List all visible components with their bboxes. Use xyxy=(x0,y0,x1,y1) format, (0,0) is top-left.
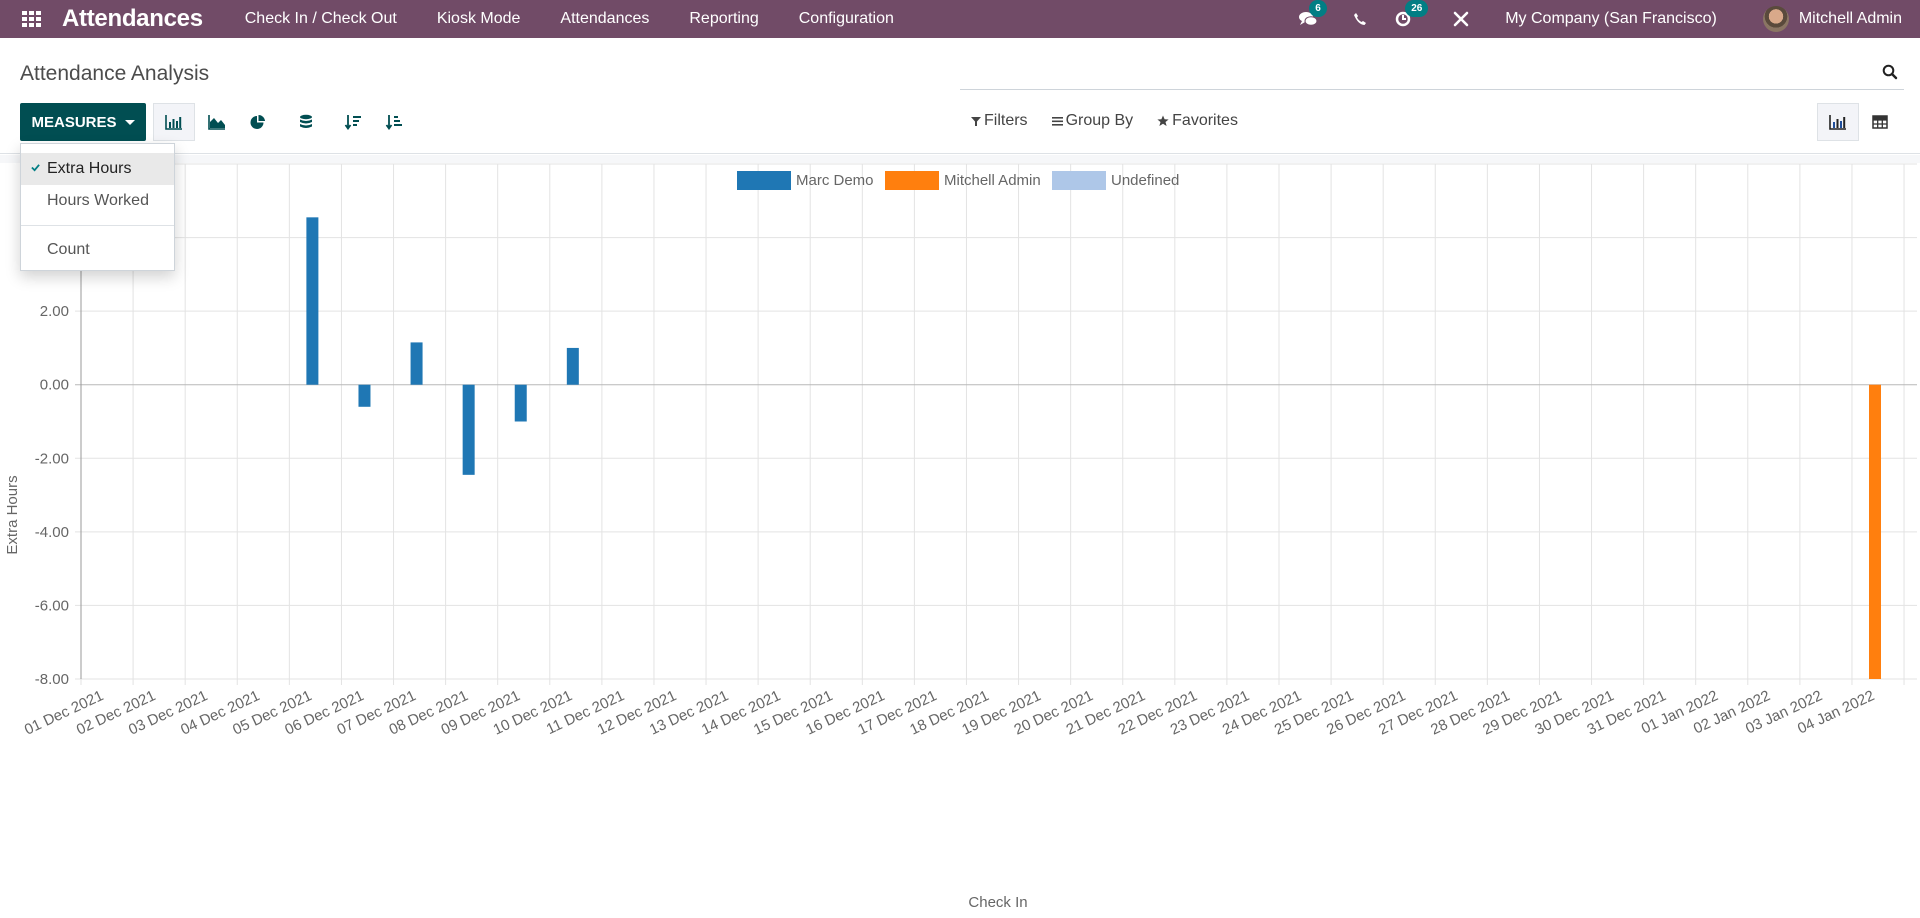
menu-check-in-check-out[interactable]: Check In / Check Out xyxy=(225,10,417,28)
measure-count[interactable]: Count xyxy=(21,234,174,266)
measure-label: Hours Worked xyxy=(47,192,149,209)
pie-chart-button[interactable] xyxy=(237,103,279,141)
star-icon xyxy=(1157,115,1169,126)
dropdown-divider xyxy=(21,225,174,226)
filters-button[interactable]: Filters xyxy=(971,112,1028,130)
legend-swatch xyxy=(885,171,939,190)
y-tick-label: -8.00 xyxy=(35,671,69,688)
check-icon xyxy=(31,164,40,172)
user-menu[interactable]: Mitchell Admin xyxy=(1799,10,1902,28)
measures-label: MEASURES xyxy=(31,113,117,131)
bar-marc-demo xyxy=(462,384,475,475)
bar-mitchell-admin xyxy=(1869,384,1881,679)
x-axis-title: Check In xyxy=(968,894,1027,911)
stacked-button[interactable] xyxy=(285,103,327,141)
legend-label: Marc Demo xyxy=(796,172,874,189)
top-navbar: Attendances Check In / Check Out Kiosk M… xyxy=(0,0,1920,38)
search-icon[interactable] xyxy=(1882,64,1898,80)
legend-label: Undefined xyxy=(1111,172,1179,189)
apps-menu-icon[interactable] xyxy=(22,11,42,27)
y-tick-label: -4.00 xyxy=(35,524,69,541)
page-title: Attendance Analysis xyxy=(20,62,210,85)
menu-attendances[interactable]: Attendances xyxy=(540,10,669,28)
favorites-button[interactable]: Favorites xyxy=(1157,112,1238,130)
filters-label: Filters xyxy=(984,112,1028,129)
messages-button[interactable]: 6 xyxy=(1299,0,1327,27)
line-chart-button[interactable] xyxy=(196,103,238,141)
bar-marc-demo xyxy=(566,347,579,385)
sort-amount-asc-icon xyxy=(385,115,402,130)
graph-view-button[interactable] xyxy=(1817,103,1859,141)
measures-dropdown: Extra Hours Hours Worked Count xyxy=(20,143,175,271)
menu-kiosk-mode[interactable]: Kiosk Mode xyxy=(417,10,541,28)
y-tick-label: -6.00 xyxy=(35,597,69,614)
y-axis-title: Extra Hours xyxy=(4,475,21,554)
search-input[interactable] xyxy=(960,58,1904,90)
measure-label: Extra Hours xyxy=(47,160,132,177)
pivot-view-button[interactable] xyxy=(1859,103,1901,141)
database-icon xyxy=(300,114,312,128)
caret-down-icon xyxy=(124,119,135,125)
sort-ascending-button[interactable] xyxy=(373,103,415,141)
tools-icon xyxy=(1453,11,1469,27)
sort-descending-button[interactable] xyxy=(332,103,374,141)
bar-chart: -8.00-6.00-4.00-2.000.002.004.0001 Dec 2… xyxy=(4,163,1917,911)
legend-label: Mitchell Admin xyxy=(944,172,1041,189)
measures-button[interactable]: MEASURES xyxy=(20,103,146,141)
menu-reporting[interactable]: Reporting xyxy=(669,10,778,28)
bars-icon xyxy=(1051,117,1063,126)
y-tick-label: -2.00 xyxy=(35,450,69,467)
debug-tools-button[interactable] xyxy=(1453,11,1469,27)
area-chart-icon xyxy=(208,115,225,130)
favorites-label: Favorites xyxy=(1172,112,1238,129)
filter-icon xyxy=(971,116,981,126)
phone-icon xyxy=(1354,13,1367,25)
legend-swatch xyxy=(737,171,791,190)
activities-badge: 26 xyxy=(1405,0,1429,17)
chart-top-strip xyxy=(0,155,1920,163)
chart-container: -8.00-6.00-4.00-2.000.002.004.0001 Dec 2… xyxy=(0,155,1920,913)
pie-chart-icon xyxy=(250,114,265,129)
table-icon xyxy=(1872,115,1888,129)
bar-chart-button[interactable] xyxy=(153,103,195,141)
y-tick-label: 0.00 xyxy=(40,377,69,394)
bar-marc-demo xyxy=(358,384,371,407)
user-avatar[interactable] xyxy=(1762,6,1789,32)
phone-button[interactable] xyxy=(1353,12,1367,26)
bar-marc-demo xyxy=(514,384,527,422)
search-options: Filters Group By Favorites xyxy=(971,112,1262,130)
sort-amount-desc-icon xyxy=(344,115,361,130)
activities-button[interactable]: 26 xyxy=(1395,0,1429,27)
bar-chart-icon xyxy=(165,115,182,130)
group-by-button[interactable]: Group By xyxy=(1051,112,1134,130)
app-name[interactable]: Attendances xyxy=(62,5,203,33)
menu-configuration[interactable]: Configuration xyxy=(779,10,914,28)
legend-swatch xyxy=(1052,171,1106,190)
company-switcher[interactable]: My Company (San Francisco) xyxy=(1505,10,1717,28)
group-by-label: Group By xyxy=(1065,112,1134,129)
bar-marc-demo xyxy=(410,342,423,385)
y-tick-label: 2.00 xyxy=(40,303,69,320)
bar-marc-demo xyxy=(306,217,319,385)
bar-chart-icon xyxy=(1829,115,1846,130)
measure-label: Count xyxy=(47,241,90,258)
measure-hours-worked[interactable]: Hours Worked xyxy=(21,185,174,217)
control-panel: Attendance Analysis MEASURES Filters Gro… xyxy=(0,38,1920,154)
messages-badge: 6 xyxy=(1309,0,1327,17)
measure-extra-hours[interactable]: Extra Hours xyxy=(21,153,174,185)
